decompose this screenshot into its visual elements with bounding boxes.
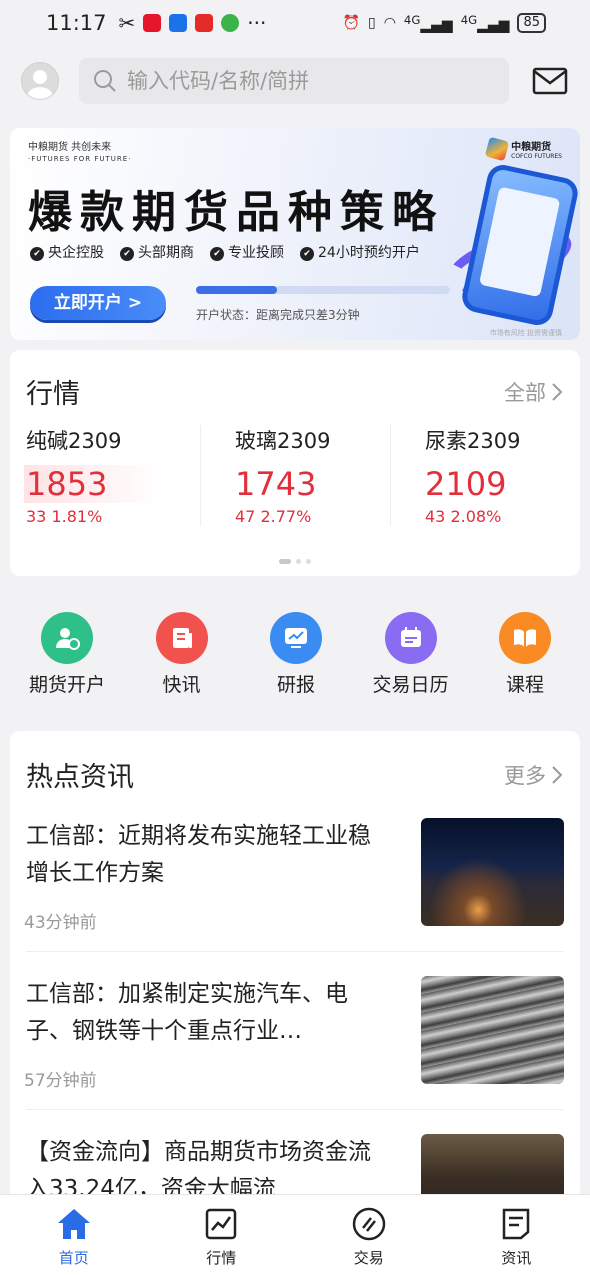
trade-icon bbox=[352, 1207, 385, 1241]
page-indicator bbox=[279, 559, 311, 564]
wifi-icon: ◠ bbox=[383, 15, 396, 31]
news-thumbnail bbox=[421, 818, 564, 926]
news-thumbnail bbox=[421, 1134, 564, 1201]
tab-news[interactable]: 资讯 bbox=[443, 1195, 590, 1278]
quote-price: 2109 bbox=[425, 465, 507, 503]
status-bar: 11:17 ✂ ··· ⏰ ▯ ◠ 4G▂▄▆ 4G▂▄▆ 85 bbox=[0, 0, 590, 46]
market-all-link[interactable]: 全部 bbox=[504, 377, 562, 407]
quick-trading-calendar[interactable]: 交易日历 bbox=[368, 612, 454, 697]
news-more-link[interactable]: 更多 bbox=[504, 760, 562, 790]
chart-icon bbox=[206, 1208, 237, 1240]
market-card: 行情 全部 纯碱2309 1853 33 1.81% 玻璃2309 1743 4… bbox=[10, 350, 580, 576]
news-headline: 工信部：近期将发布实施轻工业稳增长工作方案 bbox=[26, 823, 371, 886]
quick-entries: 期货开户 快讯 研报 交易日历 课程 bbox=[0, 576, 590, 697]
quote-change: 33 1.81% bbox=[26, 507, 103, 526]
account-progress-bar bbox=[196, 286, 450, 294]
tab-market[interactable]: 行情 bbox=[148, 1195, 296, 1278]
battery-icon: 85 bbox=[517, 13, 546, 33]
phone-illustration bbox=[459, 162, 580, 328]
document-icon bbox=[503, 1208, 530, 1240]
quote-item[interactable]: 玻璃2309 1743 47 2.77% bbox=[200, 425, 390, 526]
quote-change: 47 2.77% bbox=[235, 507, 312, 526]
alarm-icon: ⏰ bbox=[342, 15, 360, 31]
tab-label: 资讯 bbox=[501, 1249, 532, 1267]
research-icon bbox=[270, 612, 322, 664]
clock: 11:17 bbox=[46, 11, 107, 35]
quick-label: 课程 bbox=[505, 674, 544, 696]
quote-change: 43 2.08% bbox=[425, 507, 502, 526]
search-input[interactable] bbox=[127, 69, 487, 93]
quote-price: 1743 bbox=[235, 465, 317, 503]
news-icon bbox=[155, 612, 208, 664]
more-notifications: ··· bbox=[247, 11, 267, 35]
banner-tag: 24小时预约开户 bbox=[300, 242, 420, 262]
banner-tag: 头部期商 bbox=[120, 242, 194, 262]
open-account-icon bbox=[41, 612, 93, 664]
risk-disclaimer: 市场有风险 投资需谨慎 bbox=[489, 329, 562, 337]
tab-label: 交易 bbox=[353, 1249, 384, 1267]
news-item[interactable]: 工信部：加紧制定实施汽车、电子、钢铁等十个重点行业… 57分钟前 bbox=[24, 976, 564, 1110]
quote-item[interactable]: 尿素2309 2109 43 2.08% bbox=[390, 425, 580, 526]
tab-home[interactable]: 首页 bbox=[0, 1195, 148, 1278]
quote-name: 纯碱2309 bbox=[26, 429, 122, 453]
promo-banner[interactable]: 中粮期货 共创未来 ·FUTURES FOR FUTURE· 中粮期货 COFCO… bbox=[10, 128, 580, 340]
quote-price: 1853 bbox=[24, 465, 164, 503]
weibo-icon bbox=[143, 14, 162, 32]
account-status-text: 开户状态：距离完成只差3分钟 bbox=[196, 308, 360, 322]
mail-icon[interactable] bbox=[532, 67, 568, 95]
search-icon bbox=[94, 70, 116, 92]
banner-title: 爆款期货品种策略 bbox=[28, 187, 444, 238]
news-time: 57分钟前 bbox=[24, 1071, 97, 1091]
news-item[interactable]: 【资金流向】商品期货市场资金流入33.24亿，资金大幅流 bbox=[26, 1134, 564, 1201]
hot-news-card: 热点资讯 更多 工信部：近期将发布实施轻工业稳增长工作方案 43分钟前 工信部：… bbox=[10, 731, 580, 1201]
quick-courses[interactable]: 课程 bbox=[482, 612, 568, 697]
muted-icon: ✂ bbox=[118, 11, 136, 35]
app-icon bbox=[169, 14, 188, 32]
brand-logo: 中粮期货 COFCO FUTURES bbox=[484, 136, 562, 162]
quick-research[interactable]: 研报 bbox=[253, 612, 339, 697]
open-account-button[interactable]: 立即开户 > bbox=[30, 286, 166, 320]
header bbox=[0, 46, 590, 116]
search-bar[interactable] bbox=[79, 58, 509, 104]
quote-item[interactable]: 纯碱2309 1853 33 1.81% bbox=[10, 425, 200, 526]
bottom-tab-bar: 首页 行情 交易 资讯 bbox=[0, 1194, 590, 1278]
quick-label: 研报 bbox=[276, 674, 315, 696]
quick-label: 交易日历 bbox=[372, 674, 449, 696]
quick-open-account[interactable]: 期货开户 bbox=[24, 612, 110, 697]
cofco-logo-icon bbox=[484, 136, 510, 162]
chevron-right-icon bbox=[552, 382, 562, 401]
book-icon bbox=[499, 612, 551, 664]
news-headline: 工信部：加紧制定实施汽车、电子、钢铁等十个重点行业… bbox=[26, 981, 348, 1044]
banner-tag: 央企控股 bbox=[30, 242, 104, 262]
banner-tags: 央企控股 头部期商 专业投顾 24小时预约开户 bbox=[30, 242, 420, 262]
quote-name: 尿素2309 bbox=[425, 429, 521, 453]
chevron-right-icon bbox=[552, 765, 562, 784]
tab-label: 首页 bbox=[58, 1249, 89, 1267]
signal-icon: 4G▂▄▆ bbox=[403, 12, 453, 34]
wechat-icon bbox=[221, 14, 240, 32]
vibrate-icon: ▯ bbox=[367, 15, 376, 31]
quote-name: 玻璃2309 bbox=[235, 429, 331, 453]
news-thumbnail bbox=[421, 976, 564, 1084]
tab-trade[interactable]: 交易 bbox=[295, 1195, 443, 1278]
home-icon bbox=[57, 1209, 90, 1239]
banner-tag: 专业投顾 bbox=[210, 242, 284, 262]
avatar[interactable] bbox=[21, 62, 59, 100]
banner-slogan: 中粮期货 共创未来 ·FUTURES FOR FUTURE· bbox=[28, 142, 132, 163]
market-title: 行情 bbox=[26, 379, 80, 410]
calendar-icon bbox=[384, 612, 437, 664]
signal-icon-2: 4G▂▄▆ bbox=[460, 12, 510, 34]
news-app-icon bbox=[195, 14, 214, 32]
news-headline: 【资金流向】商品期货市场资金流入33.24亿，资金大幅流 bbox=[26, 1139, 371, 1201]
tab-label: 行情 bbox=[206, 1249, 237, 1267]
quick-flash-news[interactable]: 快讯 bbox=[139, 612, 225, 697]
news-item[interactable]: 工信部：近期将发布实施轻工业稳增长工作方案 43分钟前 bbox=[24, 818, 564, 952]
quick-label: 快讯 bbox=[162, 674, 201, 696]
news-section-title: 热点资讯 bbox=[26, 762, 134, 793]
quick-label: 期货开户 bbox=[28, 674, 105, 696]
news-time: 43分钟前 bbox=[24, 913, 97, 933]
